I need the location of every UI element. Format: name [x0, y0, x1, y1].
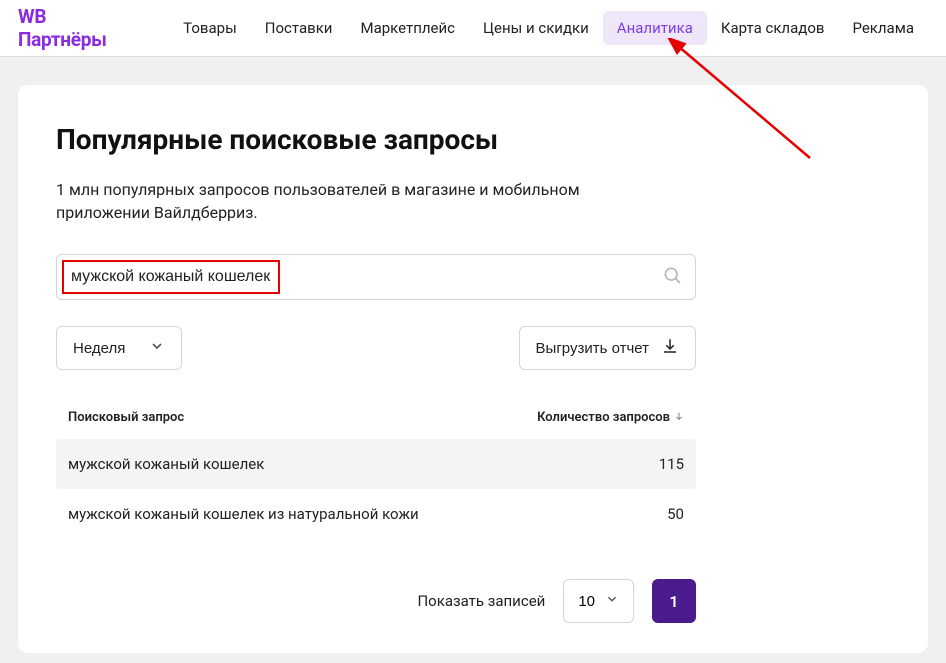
search-wrap: [56, 254, 696, 300]
pager-show-label: Показать записей: [417, 592, 545, 610]
cell-count: 50: [504, 505, 684, 523]
column-header-query[interactable]: Поисковый запрос: [68, 410, 504, 425]
nav-item-analytics[interactable]: Аналитика: [603, 11, 707, 45]
search-icon[interactable]: [662, 265, 682, 289]
nav-item-warehouses[interactable]: Карта складов: [707, 11, 839, 45]
content-panel: Популярные поисковые запросы 1 млн попул…: [18, 85, 928, 653]
page-title: Популярные поисковые запросы: [56, 123, 890, 156]
table-body: мужской кожаный кошелек 115 мужской кожа…: [56, 439, 696, 539]
cell-count: 115: [504, 455, 684, 473]
top-nav-bar: WB Партнёры Товары Поставки Маркетплейс …: [0, 0, 946, 57]
export-button[interactable]: Выгрузить отчет: [519, 326, 696, 370]
table-header: Поисковый запрос Количество запросов: [56, 410, 696, 439]
download-icon: [661, 337, 679, 359]
export-label: Выгрузить отчет: [536, 340, 649, 357]
cell-query: мужской кожаный кошелек из натуральной к…: [68, 505, 504, 523]
period-label: Неделя: [73, 340, 125, 357]
page-number-current[interactable]: 1: [652, 579, 696, 623]
period-select[interactable]: Неделя: [56, 326, 182, 370]
page-description: 1 млн популярных запросов пользователей …: [56, 178, 636, 224]
page-size-select[interactable]: 10: [563, 579, 634, 623]
results-table: Поисковый запрос Количество запросов муж…: [56, 410, 696, 539]
logo[interactable]: WB Партнёры: [18, 5, 135, 51]
nav-item-supplies[interactable]: Поставки: [251, 11, 347, 45]
nav-item-marketplace[interactable]: Маркетплейс: [346, 11, 469, 45]
column-header-count[interactable]: Количество запросов: [504, 410, 684, 425]
chevron-down-icon: [149, 338, 165, 358]
controls-row: Неделя Выгрузить отчет: [56, 326, 696, 370]
table-row[interactable]: мужской кожаный кошелек 115: [56, 439, 696, 489]
table-row[interactable]: мужской кожаный кошелек из натуральной к…: [56, 489, 696, 539]
nav-item-ads[interactable]: Реклама: [838, 11, 928, 45]
nav-item-prices[interactable]: Цены и скидки: [469, 11, 603, 45]
main-nav: Товары Поставки Маркетплейс Цены и скидк…: [169, 11, 928, 45]
pagination: Показать записей 10 1: [56, 579, 696, 623]
page-size-value: 10: [578, 593, 595, 610]
chevron-down-icon: [605, 592, 619, 610]
nav-item-products[interactable]: Товары: [169, 11, 251, 45]
sort-down-icon: [674, 410, 684, 425]
cell-query: мужской кожаный кошелек: [68, 455, 504, 473]
search-input[interactable]: [56, 254, 696, 300]
